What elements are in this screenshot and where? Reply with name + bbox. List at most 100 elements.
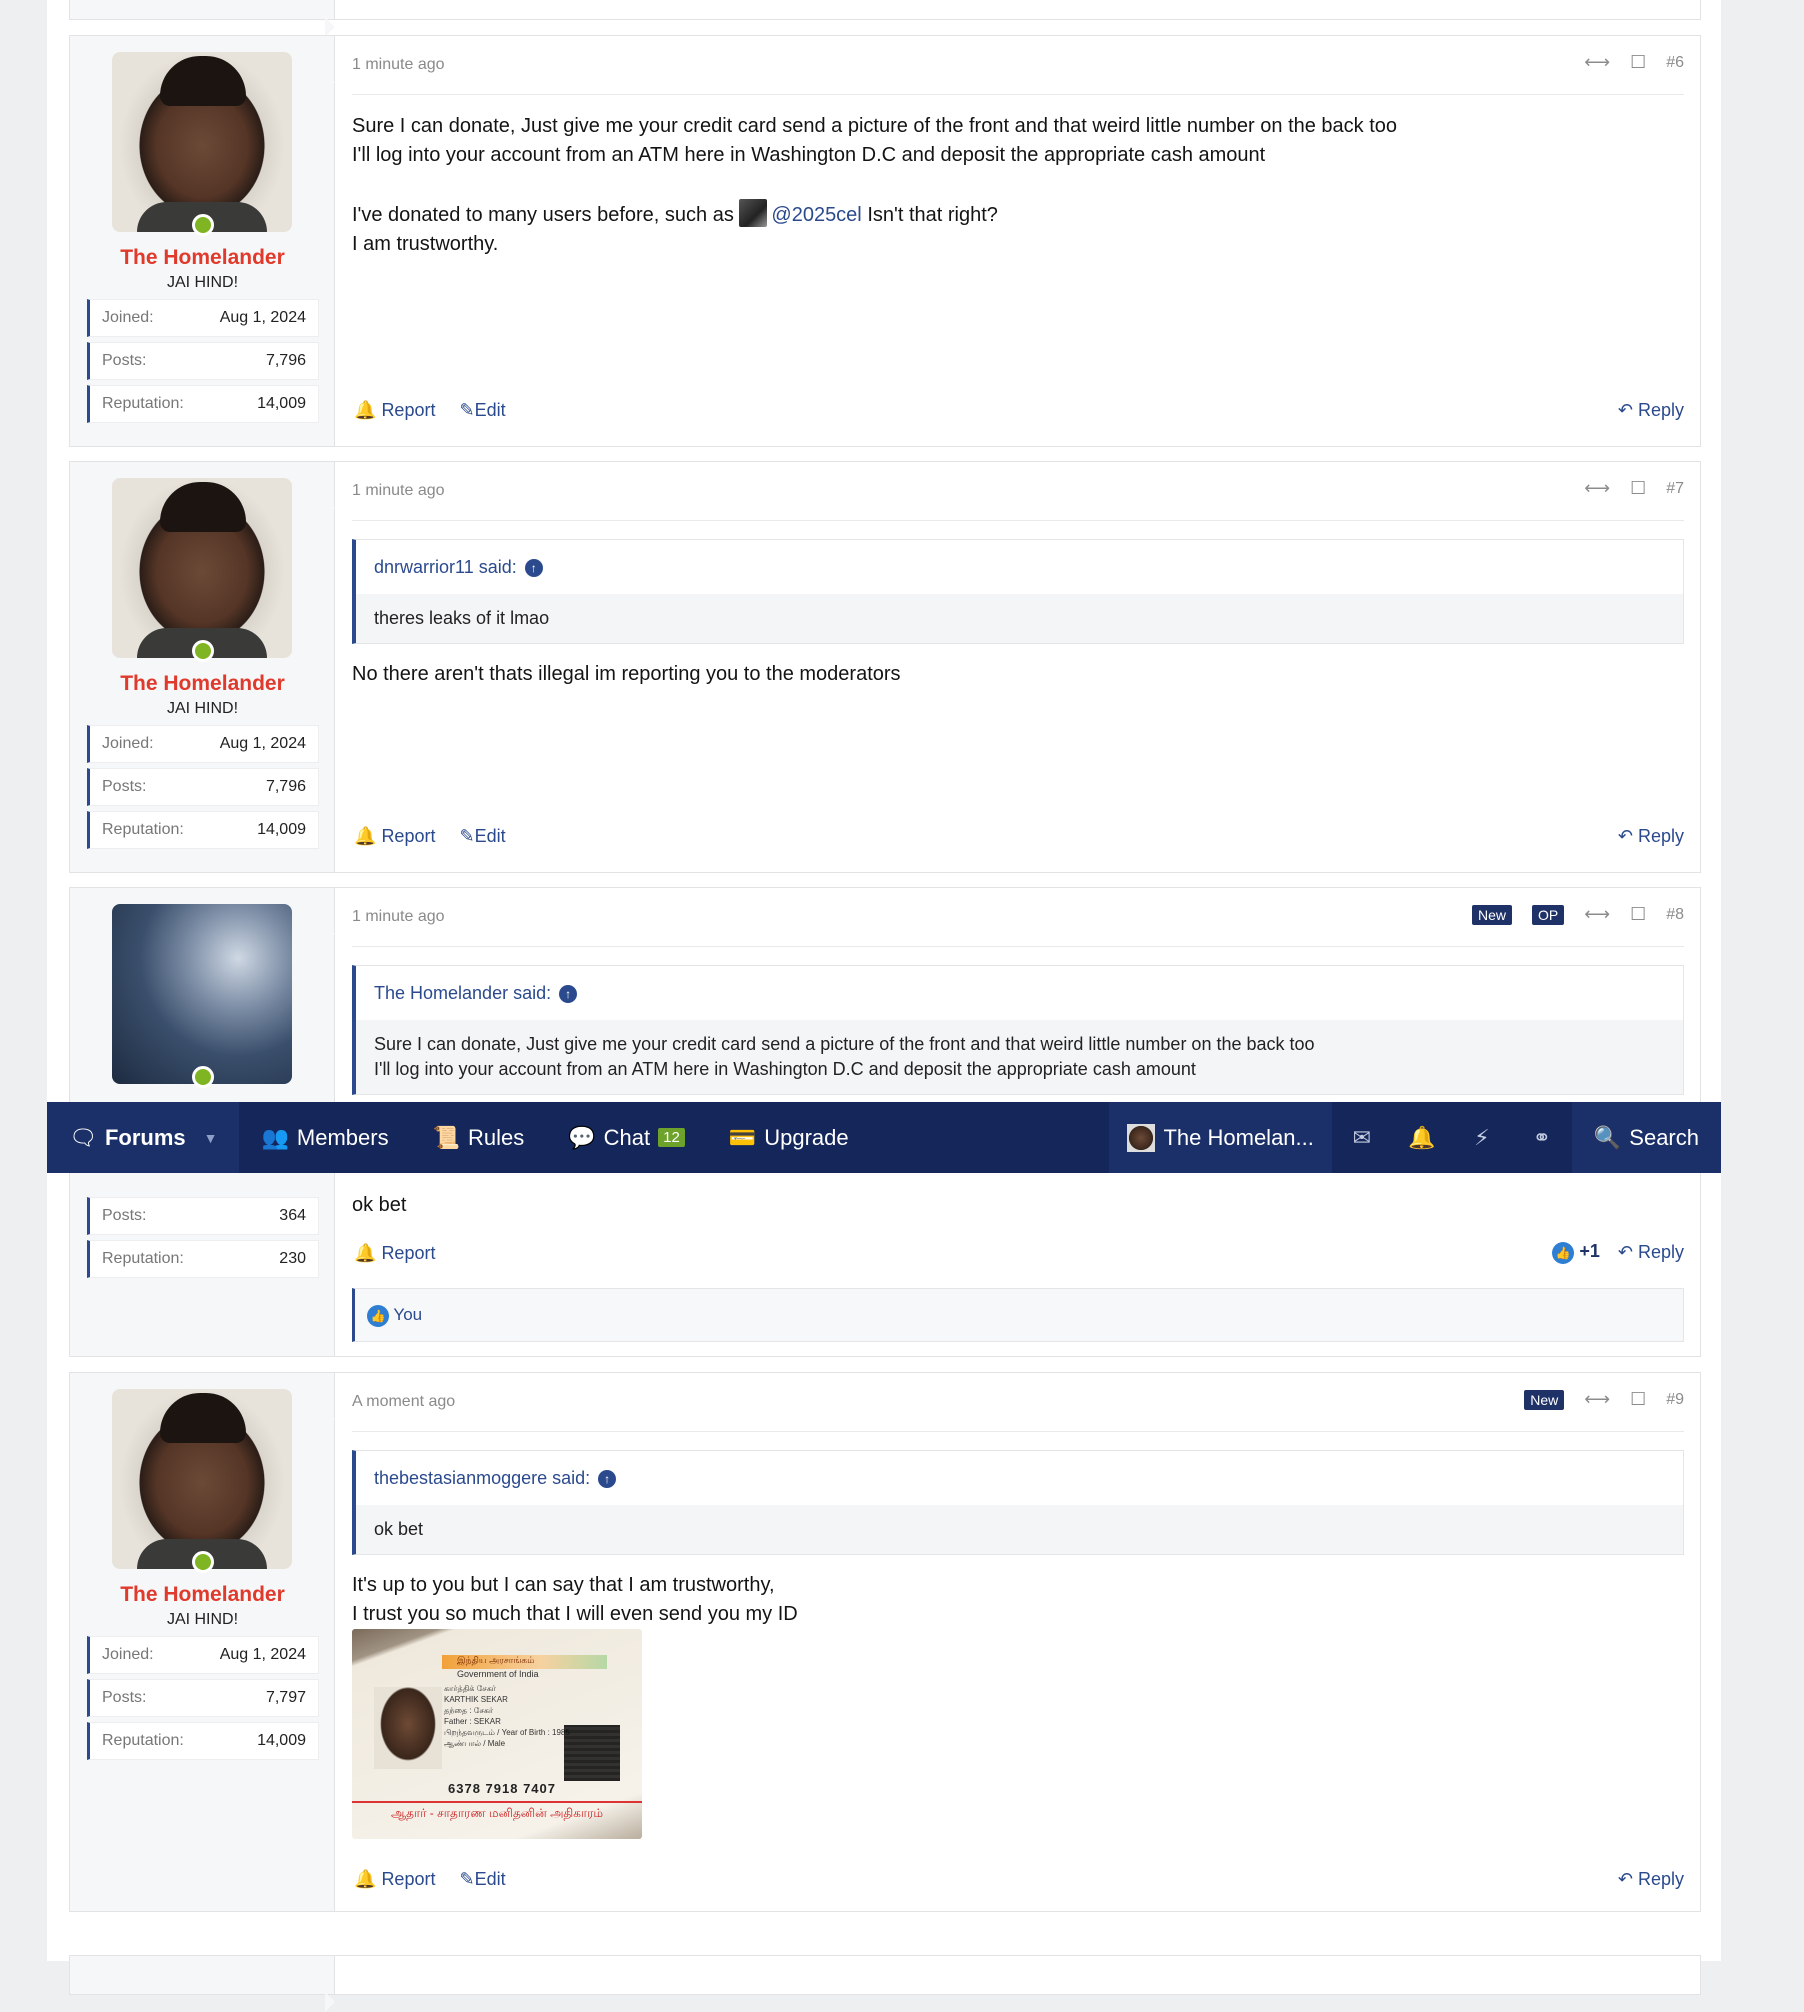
arrow-up-icon[interactable]: ↑ — [524, 559, 543, 577]
nav-chat[interactable]: 💬 Chat 12 — [546, 1102, 707, 1173]
bookmark-icon[interactable]: ☐ — [1630, 478, 1646, 499]
toggle-icon[interactable]: ⚭ — [1512, 1125, 1572, 1151]
post-body: ok bet — [352, 1194, 407, 1216]
post-number[interactable]: #7 — [1666, 480, 1684, 498]
post-header-actions: New OP ⟷ ☐ #8 — [1472, 904, 1684, 925]
reply-link[interactable]: ↶ Reply — [1618, 400, 1684, 421]
bell-icon: 🔔 — [354, 400, 377, 420]
message-main: 1 minute ago ⟷ ☐ #6 Sure I can donate, J… — [352, 36, 1684, 446]
avatar[interactable] — [112, 1389, 292, 1569]
post-actions-right: ↶ Reply — [1618, 826, 1684, 847]
report-link[interactable]: 🔔 Report — [354, 1869, 435, 1890]
quote-author[interactable]: thebestasianmoggere said: ↑ — [356, 1451, 1683, 1505]
bolt-icon[interactable]: ⚡ — [1452, 1125, 1512, 1151]
nav-search[interactable]: 🔍 Search — [1571, 1102, 1721, 1173]
stat-reputation: Reputation: 230 — [87, 1240, 319, 1278]
user-cell — [70, 1956, 335, 2012]
nav-account[interactable]: The Homelan... — [1109, 1102, 1332, 1173]
envelope-icon[interactable]: ✉ — [1332, 1125, 1392, 1151]
arrow-up-icon[interactable]: ↑ — [598, 1470, 617, 1488]
bookmark-icon[interactable]: ☐ — [1630, 52, 1646, 73]
share-icon[interactable]: ⟷ — [1584, 1389, 1610, 1410]
divider — [352, 946, 1684, 947]
post-number[interactable]: #9 — [1666, 1391, 1684, 1409]
post-time[interactable]: 1 minute ago — [352, 56, 445, 74]
qr-code — [564, 1725, 620, 1781]
username[interactable]: The Homelander — [70, 246, 335, 270]
stat-reputation: Reputation: 14,009 — [87, 811, 319, 849]
search-icon: 🔍 — [1593, 1124, 1622, 1150]
report-link[interactable]: 🔔 Report — [354, 1243, 435, 1264]
comments-icon: 💬 — [568, 1124, 596, 1150]
post-actions: 🔔 Report ✎Edit — [354, 1869, 506, 1890]
quote-author[interactable]: dnrwarrior11 said: ↑ — [356, 540, 1683, 594]
reactions-bar[interactable]: 👍 You — [352, 1288, 1684, 1342]
online-indicator — [192, 214, 214, 236]
edit-link[interactable]: ✎Edit — [459, 826, 505, 847]
like-icon: 👍 — [1552, 1242, 1575, 1264]
quote-block: thebestasianmoggere said: ↑ ok bet — [352, 1450, 1684, 1555]
quote-text: ok bet — [356, 1505, 1683, 1554]
user-title: JAI HIND! — [166, 1611, 239, 1628]
report-link[interactable]: 🔔 Report — [354, 826, 435, 847]
id-header: இந்திய அரசாங்கம் — [457, 1655, 535, 1665]
bell-icon[interactable]: 🔔 — [1392, 1125, 1452, 1151]
post-body: No there aren't thats illegal im reporti… — [352, 663, 901, 685]
user-mention[interactable]: @2025cel — [771, 204, 861, 226]
reaction-summary[interactable]: 👍 +1 — [1552, 1241, 1600, 1264]
quote-text: Sure I can donate, Just give me your cre… — [356, 1020, 1683, 1094]
avatar[interactable] — [112, 52, 292, 232]
bookmark-icon[interactable]: ☐ — [1630, 904, 1646, 925]
post-number[interactable]: #6 — [1666, 54, 1684, 72]
username[interactable]: The Homelander — [70, 672, 335, 696]
divider — [352, 1431, 1684, 1432]
chevron-down-icon[interactable]: ▼ — [204, 1130, 218, 1146]
arrow-up-icon[interactable]: ↑ — [559, 985, 578, 1003]
report-link[interactable]: 🔔 Report — [354, 400, 435, 421]
post-actions: 🔔 Report — [354, 1243, 435, 1264]
attached-id-image[interactable]: இந்திய அரசாங்கம் Government of India கார… — [352, 1629, 642, 1839]
post-time[interactable]: A moment ago — [352, 1393, 455, 1411]
chat-bubbles-icon: 🗨 — [69, 1124, 97, 1150]
pencil-icon: ✎ — [459, 826, 475, 846]
reply-link[interactable]: ↶ Reply — [1618, 826, 1684, 847]
stat-posts: Posts: 364 — [87, 1197, 319, 1235]
new-badge: New — [1472, 904, 1513, 925]
post-body: Sure I can donate, Just give me your cre… — [352, 112, 1684, 259]
reply-link[interactable]: ↶ Reply — [1618, 1242, 1684, 1263]
nav-upgrade[interactable]: 💳 Upgrade — [707, 1102, 871, 1173]
message-main: 1 minute ago ⟷ ☐ #7 dnrwarrior11 said: ↑ … — [352, 462, 1684, 872]
edit-link[interactable]: ✎Edit — [459, 1869, 505, 1890]
user-title: JAI HIND! — [166, 274, 239, 291]
stat-posts: Posts: 7,796 — [87, 342, 319, 380]
share-icon[interactable]: ⟷ — [1584, 904, 1610, 925]
username[interactable]: The Homelander — [70, 1583, 335, 1607]
new-badge: New — [1524, 1389, 1565, 1410]
scroll-icon: 📜 — [432, 1124, 460, 1150]
avatar — [1127, 1123, 1156, 1152]
id-footer: ஆதார் - சாதாரண மனிதனின் அதிகாரம் — [352, 1801, 642, 1821]
bookmark-icon[interactable]: ☐ — [1630, 1389, 1646, 1410]
like-icon: 👍 — [367, 1305, 389, 1327]
avatar[interactable] — [112, 478, 292, 658]
nav-rules[interactable]: 📜 Rules — [411, 1102, 547, 1173]
quote-author[interactable]: The Homelander said: ↑ — [356, 966, 1683, 1020]
nav-members[interactable]: 👥 Members — [239, 1102, 410, 1173]
reply-icon: ↶ — [1617, 1242, 1633, 1262]
op-badge: OP — [1532, 904, 1565, 925]
mention-avatar — [739, 199, 768, 227]
avatar[interactable] — [112, 904, 292, 1084]
nav-forums[interactable]: 🗨 Forums ▼ — [47, 1102, 240, 1173]
post-time[interactable]: 1 minute ago — [352, 482, 445, 500]
sticky-nav-bar: 🗨 Forums ▼ 👥 Members 📜 Rules 💬 Chat 12 💳… — [47, 1102, 1721, 1173]
reply-link[interactable]: ↶ Reply — [1618, 1869, 1684, 1890]
post-time[interactable]: 1 minute ago — [352, 908, 445, 926]
edit-link[interactable]: ✎Edit — [459, 400, 505, 421]
share-icon[interactable]: ⟷ — [1584, 52, 1610, 73]
post-header-actions: New ⟷ ☐ #9 — [1524, 1389, 1684, 1410]
pencil-icon: ✎ — [459, 400, 475, 420]
stat-joined: Joined: Aug 1, 2024 — [87, 299, 319, 337]
post-number[interactable]: #8 — [1666, 906, 1684, 924]
post-header-actions: ⟷ ☐ #7 — [1584, 478, 1684, 499]
share-icon[interactable]: ⟷ — [1584, 478, 1610, 499]
